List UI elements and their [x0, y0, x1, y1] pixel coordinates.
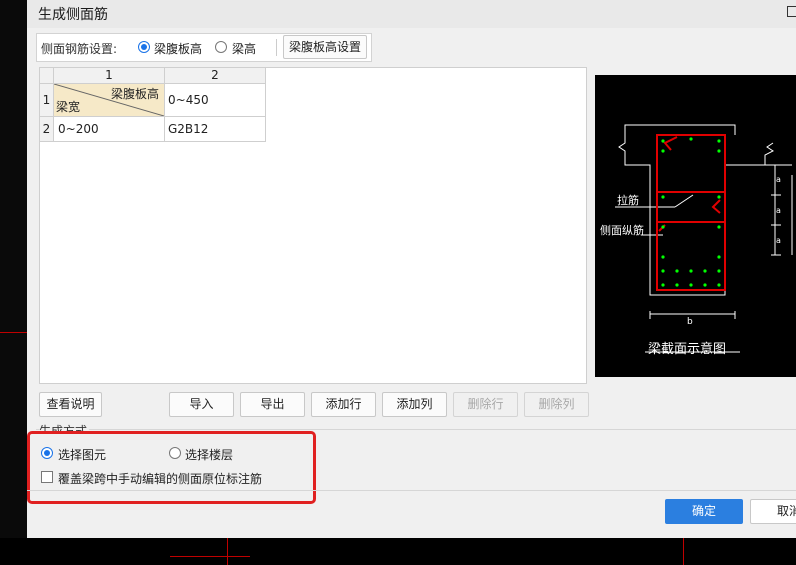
delete-row-button[interactable]: 删除行 — [453, 392, 518, 417]
cad-line — [0, 332, 27, 333]
tie-bar-label: 拉筋 — [617, 194, 639, 207]
dialog-title: 生成侧面筋 — [38, 7, 108, 23]
radio-beam-height[interactable] — [215, 41, 227, 53]
column-header[interactable]: 2 — [165, 68, 266, 84]
delete-column-button[interactable]: 删除列 — [524, 392, 589, 417]
table-cell[interactable]: 0~200 — [54, 117, 165, 142]
title-bar: 生成侧面筋 — [27, 0, 796, 28]
side-rebar-settings: 侧面钢筋设置: 梁腹板高 梁高 梁腹板高设置 — [36, 33, 372, 62]
table-cell[interactable]: 0~450 — [165, 84, 266, 117]
dim-label-a: a — [776, 236, 781, 245]
diag-bottom-label: 梁宽 — [56, 100, 81, 114]
import-button[interactable]: 导入 — [169, 392, 234, 417]
cad-background-bottom — [0, 538, 796, 565]
cad-background-left — [0, 0, 27, 565]
help-button[interactable]: 查看说明 — [39, 392, 102, 417]
dim-label-a: a — [776, 206, 781, 215]
cad-line — [170, 556, 250, 557]
diag-top-label: 梁腹板高 — [110, 87, 159, 101]
cad-line — [227, 538, 228, 565]
web-height-config-button[interactable]: 梁腹板高设置 — [283, 35, 367, 59]
beam-section-diagram: 拉筋 侧面纵筋 a a a b 梁截面示意图 — [595, 75, 796, 377]
cancel-button[interactable]: 取消 — [750, 499, 796, 524]
export-button[interactable]: 导出 — [240, 392, 305, 417]
column-header[interactable]: 1 — [54, 68, 165, 84]
rebar-table: 1 2 1 梁腹板高 梁宽 0~450 2 0~200 G2B12 — [39, 67, 587, 384]
add-column-button[interactable]: 添加列 — [382, 392, 447, 417]
dim-label-a: a — [776, 175, 781, 184]
row-header[interactable]: 2 — [40, 117, 54, 142]
radio-web-height[interactable] — [138, 41, 150, 53]
maximize-icon[interactable] — [787, 6, 796, 17]
table-cell[interactable]: G2B12 — [165, 117, 266, 142]
table-corner — [40, 68, 54, 84]
row-header[interactable]: 1 — [40, 84, 54, 117]
section-divider — [36, 429, 796, 430]
diagram-caption: 梁截面示意图 — [648, 342, 727, 357]
ok-button[interactable]: 确定 — [665, 499, 743, 524]
dim-label-b: b — [687, 317, 693, 327]
radio-beam-height-label[interactable]: 梁高 — [232, 40, 256, 57]
side-bar-label: 侧面纵筋 — [600, 224, 644, 237]
settings-label: 侧面钢筋设置: — [41, 42, 118, 56]
radio-web-height-label[interactable]: 梁腹板高 — [154, 40, 202, 57]
highlight-box — [27, 431, 316, 504]
separator — [276, 39, 277, 56]
cad-line — [683, 538, 684, 565]
diagonal-header-cell[interactable]: 梁腹板高 梁宽 — [54, 84, 165, 117]
footer-divider — [27, 490, 796, 491]
add-row-button[interactable]: 添加行 — [311, 392, 376, 417]
side-rebar-dialog: 生成侧面筋 侧面钢筋设置: 梁腹板高 梁高 梁腹板高设置 1 2 1 梁腹板高 … — [27, 0, 796, 538]
